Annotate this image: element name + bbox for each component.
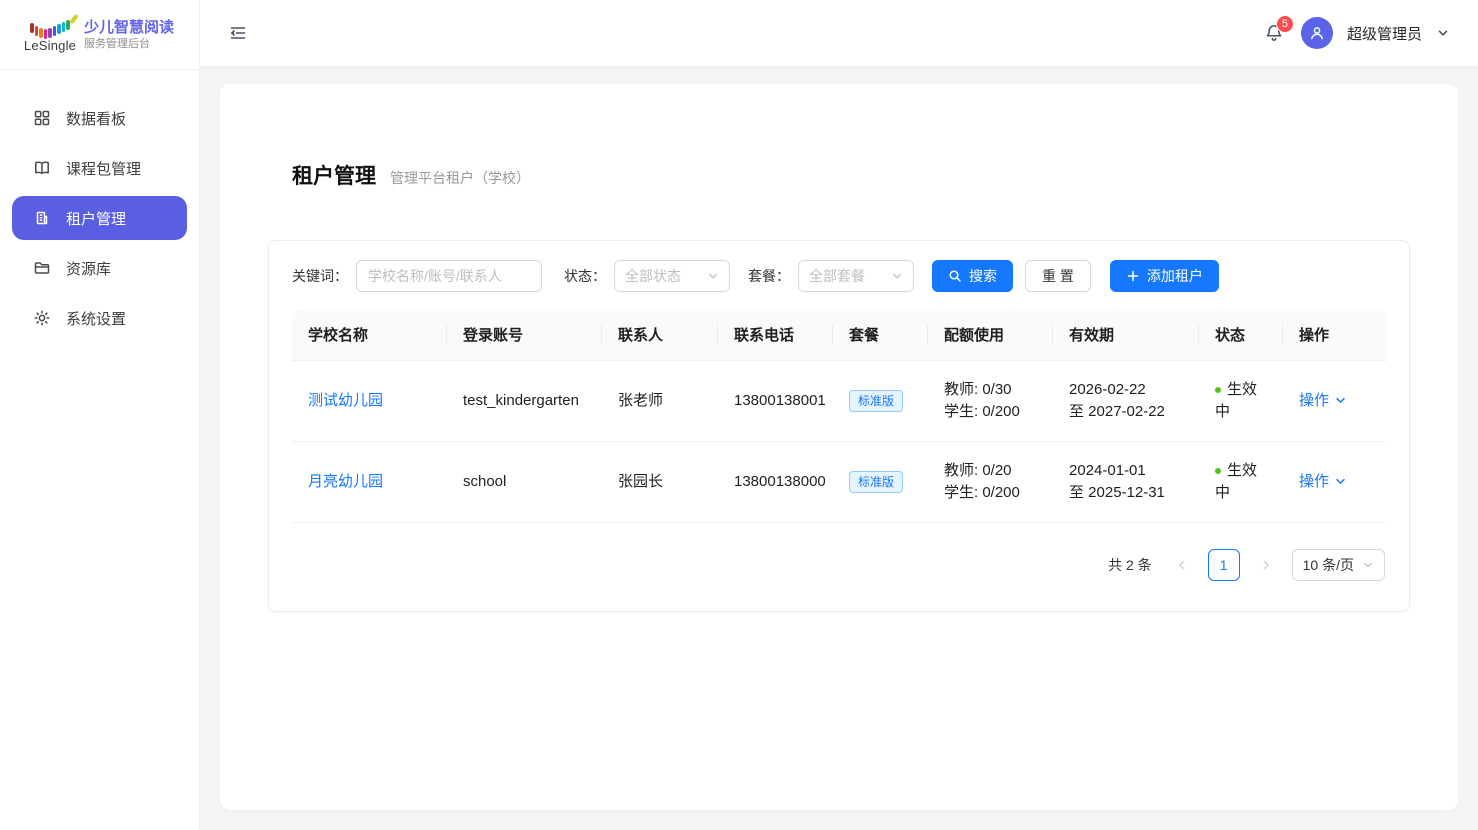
col-quota: 配额使用 (928, 310, 1053, 360)
status-cell: 生效中 (1199, 360, 1283, 441)
chevron-down-icon (1334, 475, 1347, 488)
sidebar-item-label: 数据看板 (66, 108, 126, 129)
plus-icon (1126, 269, 1140, 283)
page-card: 租户管理 管理平台租户（学校） 关键词： 状态： 全部状态 套餐： 全部套餐 (220, 84, 1458, 810)
contact-name: 张园长 (602, 441, 718, 522)
pagination: 共 2 条 1 10 条/页 (293, 549, 1385, 581)
chevron-down-icon (1334, 394, 1347, 407)
main-content: 租户管理 管理平台租户（学校） 关键词： 状态： 全部状态 套餐： 全部套餐 (200, 66, 1478, 830)
chevron-down-icon (1362, 559, 1374, 571)
login-account: school (447, 441, 602, 522)
col-login-account: 登录账号 (447, 310, 602, 360)
chevron-down-icon (707, 270, 719, 282)
col-contact: 联系人 (602, 310, 718, 360)
building-icon (32, 208, 52, 228)
school-name-link[interactable]: 月亮幼儿园 (308, 473, 383, 490)
folder-icon (32, 258, 52, 278)
user-chevron-down-icon[interactable] (1436, 26, 1450, 40)
status-badge: 生效中 (1215, 462, 1257, 501)
package-label: 套餐： (748, 266, 790, 286)
status-cell: 生效中 (1199, 441, 1283, 522)
status-select[interactable]: 全部状态 (614, 260, 730, 292)
pagination-total: 共 2 条 (1108, 555, 1152, 575)
package-select[interactable]: 全部套餐 (798, 260, 914, 292)
page-title: 租户管理 (292, 160, 376, 190)
status-select-value: 全部状态 (625, 266, 681, 286)
status-label: 状态： (564, 266, 606, 286)
quota-cell: 教师: 0/30 学生: 0/200 (928, 360, 1053, 441)
sidebar-menu: 数据看板 课程包管理 租户管理 (0, 70, 199, 340)
package-tag: 标准版 (849, 390, 903, 412)
sidebar-item-tenants[interactable]: 租户管理 (12, 196, 187, 240)
package-select-value: 全部套餐 (809, 266, 865, 286)
menu-fold-icon[interactable] (224, 19, 252, 47)
brand-title: 少儿智慧阅读 (84, 18, 174, 37)
contact-phone: 13800138000 (718, 441, 833, 522)
avatar[interactable] (1301, 17, 1333, 49)
school-name-link[interactable]: 测试幼儿园 (308, 392, 383, 409)
sidebar-item-course-packages[interactable]: 课程包管理 (12, 146, 187, 190)
tenant-table: 学校名称 登录账号 联系人 联系电话 套餐 配额使用 有效期 状态 操作 测试幼… (292, 310, 1386, 523)
search-button[interactable]: 搜索 (932, 260, 1013, 292)
brand-logo-icon: LeSingle (26, 17, 74, 53)
row-actions-dropdown[interactable]: 操作 (1299, 390, 1347, 412)
contact-phone: 13800138001 (718, 360, 833, 441)
notification-badge: 5 (1276, 15, 1294, 33)
brand-subtitle: 服务管理后台 (84, 37, 174, 52)
sidebar-item-settings[interactable]: 系统设置 (12, 296, 187, 340)
sidebar-item-resources[interactable]: 资源库 (12, 246, 187, 290)
top-header: 5 超级管理员 (200, 0, 1478, 66)
keyword-label: 关键词： (292, 266, 348, 286)
sidebar-item-label: 租户管理 (66, 208, 126, 229)
tenant-panel: 关键词： 状态： 全部状态 套餐： 全部套餐 搜索 (268, 240, 1410, 612)
notification-bell-icon[interactable]: 5 (1261, 20, 1287, 46)
status-badge: 生效中 (1215, 381, 1257, 420)
col-validity: 有效期 (1053, 310, 1199, 360)
pagination-prev-icon[interactable] (1168, 551, 1196, 579)
status-dot (1215, 387, 1221, 393)
reset-button[interactable]: 重 置 (1025, 260, 1091, 292)
status-dot (1215, 468, 1221, 474)
validity-cell: 2024-01-01 至 2025-12-31 (1053, 441, 1199, 522)
table-row: 月亮幼儿园 school 张园长 13800138000 标准版 教师: 0/2… (292, 441, 1386, 522)
page-header: 租户管理 管理平台租户（学校） (268, 160, 1410, 190)
col-status: 状态 (1199, 310, 1283, 360)
row-actions-dropdown[interactable]: 操作 (1299, 471, 1347, 493)
page-subtitle: 管理平台租户（学校） (390, 168, 530, 188)
login-account: test_kindergarten (447, 360, 602, 441)
col-phone: 联系电话 (718, 310, 833, 360)
gear-icon (32, 308, 52, 328)
page-size-select[interactable]: 10 条/页 (1292, 549, 1385, 581)
sidebar: LeSingle 少儿智慧阅读 服务管理后台 数据看板 课程包 (0, 0, 200, 830)
table-header: 学校名称 登录账号 联系人 联系电话 套餐 配额使用 有效期 状态 操作 (292, 310, 1386, 360)
chevron-down-icon (891, 270, 903, 282)
filter-bar: 关键词： 状态： 全部状态 套餐： 全部套餐 搜索 (292, 260, 1386, 292)
package-tag: 标准版 (849, 471, 903, 493)
dashboard-icon (32, 108, 52, 128)
pagination-next-icon[interactable] (1252, 551, 1280, 579)
sidebar-item-dashboard[interactable]: 数据看板 (12, 96, 187, 140)
sidebar-item-label: 课程包管理 (66, 158, 141, 179)
col-package: 套餐 (833, 310, 928, 360)
sidebar-item-label: 系统设置 (66, 308, 126, 329)
contact-name: 张老师 (602, 360, 718, 441)
current-user-name[interactable]: 超级管理员 (1347, 23, 1422, 44)
search-icon (948, 269, 962, 283)
col-school-name: 学校名称 (292, 310, 447, 360)
keyword-input[interactable] (356, 260, 542, 292)
pagination-page-1[interactable]: 1 (1208, 549, 1240, 581)
quota-cell: 教师: 0/20 学生: 0/200 (928, 441, 1053, 522)
logo-area: LeSingle 少儿智慧阅读 服务管理后台 (0, 0, 199, 70)
brand-name: LeSingle (24, 38, 76, 53)
col-actions: 操作 (1283, 310, 1386, 360)
book-icon (32, 158, 52, 178)
sidebar-item-label: 资源库 (66, 258, 111, 279)
add-tenant-button[interactable]: 添加租户 (1110, 260, 1219, 292)
validity-cell: 2026-02-22 至 2027-02-22 (1053, 360, 1199, 441)
table-row: 测试幼儿园 test_kindergarten 张老师 13800138001 … (292, 360, 1386, 441)
page-size-value: 10 条/页 (1303, 555, 1354, 575)
